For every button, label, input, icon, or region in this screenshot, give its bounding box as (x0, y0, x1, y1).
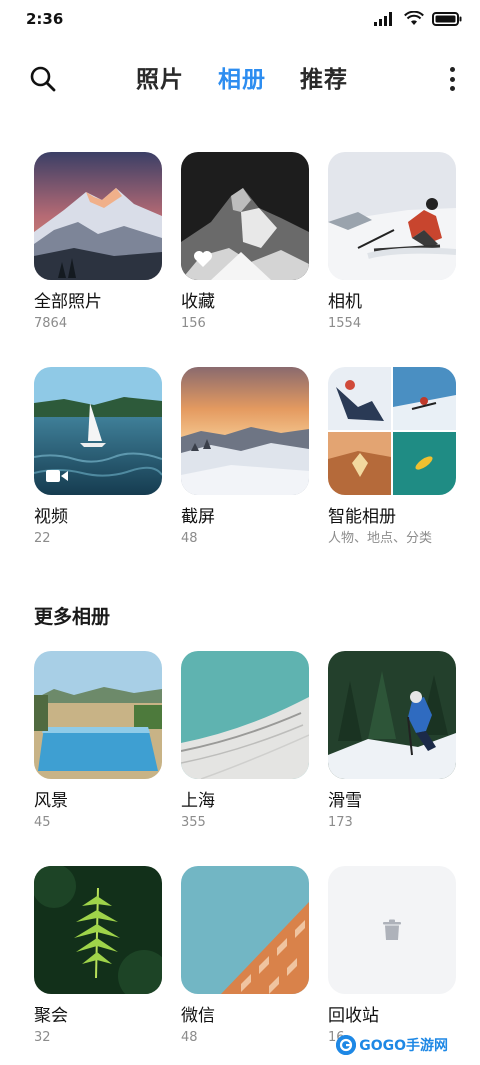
status-time: 2:36 (26, 10, 64, 28)
album-name: 相机 (328, 292, 362, 312)
recycle-bin-thumb (328, 866, 456, 994)
album-smart[interactable]: 智能相册 人物、地点、分类 (328, 367, 458, 547)
tab-bar: 照片 相册 推荐 (136, 60, 348, 94)
album-name: 收藏 (181, 292, 215, 312)
more-options-button[interactable] (446, 64, 458, 94)
collage-photo (328, 367, 456, 495)
section-title-more-albums: 更多相册 (34, 606, 111, 628)
search-icon (30, 66, 56, 92)
album-scenery[interactable]: 风景 45 (34, 651, 164, 831)
heart-icon (193, 250, 213, 268)
tab-albums[interactable]: 相册 (218, 60, 266, 94)
video-icon (46, 469, 68, 483)
status-bar: 2:36 (0, 0, 480, 40)
album-skiing[interactable]: 滑雪 173 (328, 651, 458, 831)
album-count: 173 (328, 815, 353, 830)
album-count: 32 (34, 1030, 51, 1045)
album-name: 风景 (34, 791, 68, 811)
trash-icon (380, 918, 404, 942)
album-wechat[interactable]: 微信 48 (181, 866, 311, 1046)
album-name: 上海 (181, 791, 215, 811)
watermark: GOGO手游网 (336, 1035, 448, 1055)
snow-landscape-photo (181, 367, 309, 495)
album-name: 视频 (34, 507, 68, 527)
album-count: 355 (181, 815, 206, 830)
battery-icon (432, 11, 462, 30)
album-shanghai[interactable]: 上海 355 (181, 651, 311, 831)
album-recycle-bin[interactable]: 回收站 16 (328, 866, 458, 1046)
album-name: 智能相册 (328, 507, 396, 527)
album-all-photos[interactable]: 全部照片 7864 (34, 152, 164, 332)
sailboat-photo (34, 367, 162, 495)
signal-icon (374, 11, 396, 30)
album-camera[interactable]: 相机 1554 (328, 152, 458, 332)
wifi-icon (404, 10, 424, 30)
album-count: 7864 (34, 316, 68, 331)
album-name: 滑雪 (328, 791, 362, 811)
tab-photos[interactable]: 照片 (136, 60, 184, 94)
album-name: 聚会 (34, 1006, 68, 1026)
skier-photo (328, 152, 456, 280)
skier-forest-photo (328, 651, 456, 779)
album-count: 45 (34, 815, 51, 830)
pool-photo (34, 651, 162, 779)
album-name: 截屏 (181, 507, 215, 527)
album-count: 156 (181, 316, 206, 331)
album-videos[interactable]: 视频 22 (34, 367, 164, 547)
fern-photo (34, 866, 162, 994)
orange-building-photo (181, 866, 309, 994)
album-favorites[interactable]: 收藏 156 (181, 152, 311, 332)
watermark-logo-icon (336, 1035, 357, 1055)
top-bar: 照片 相册 推荐 (0, 58, 480, 102)
album-count: 人物、地点、分类 (328, 531, 433, 546)
album-screenshots[interactable]: 截屏 48 (181, 367, 311, 547)
bw-mountain-photo (181, 152, 309, 280)
more-dot (449, 86, 455, 91)
album-count: 48 (181, 531, 198, 546)
album-name: 回收站 (328, 1006, 379, 1026)
album-count: 1554 (328, 316, 362, 331)
album-count: 48 (181, 1030, 198, 1045)
album-name: 微信 (181, 1006, 215, 1026)
mountain-photo (34, 152, 162, 280)
more-dot (449, 67, 455, 72)
album-name: 全部照片 (34, 292, 102, 312)
search-button[interactable] (28, 64, 58, 94)
building-photo (181, 651, 309, 779)
album-party[interactable]: 聚会 32 (34, 866, 164, 1046)
tab-recommended[interactable]: 推荐 (300, 60, 348, 94)
more-dot (449, 76, 455, 82)
album-count: 22 (34, 531, 51, 546)
status-icons (374, 10, 462, 30)
watermark-text: GOGO手游网 (359, 1038, 448, 1054)
